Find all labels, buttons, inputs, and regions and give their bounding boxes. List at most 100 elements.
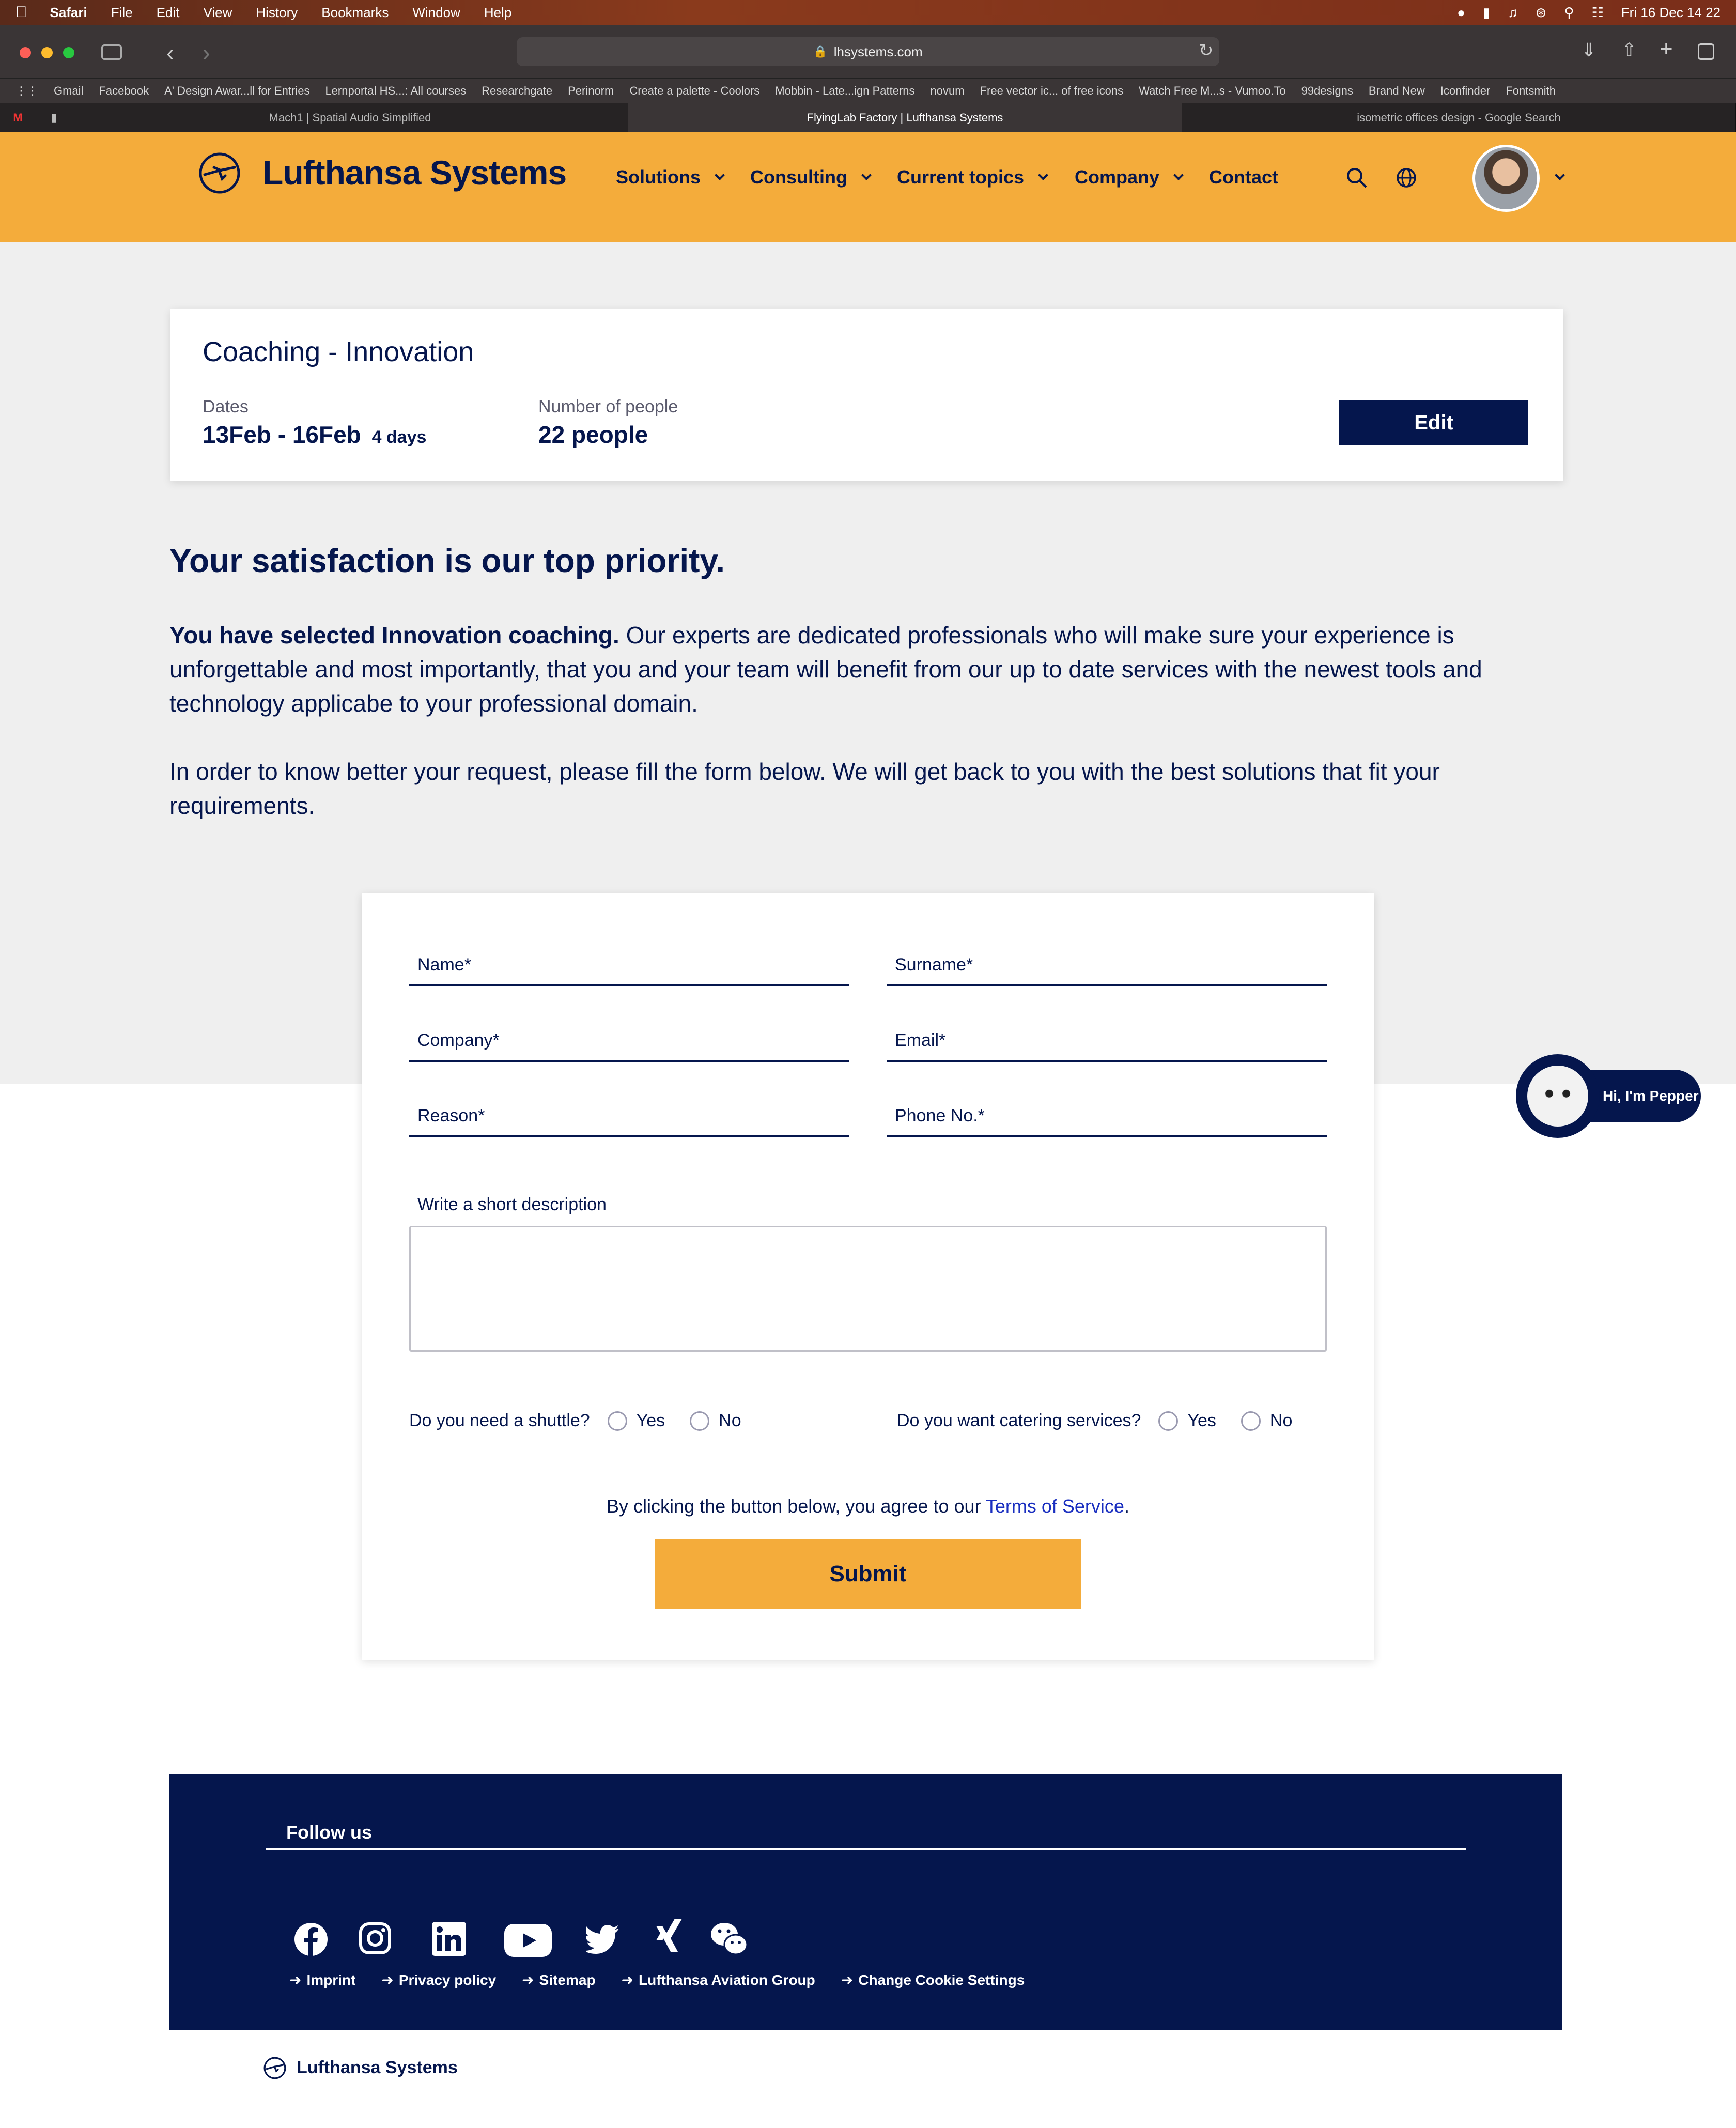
brand-wordmark[interactable]: Lufthansa Systems <box>262 153 567 192</box>
nav-consulting[interactable]: Consulting <box>750 166 872 188</box>
site-header: Lufthansa Systems Solutions Consulting C… <box>0 132 1736 242</box>
control-center-icon[interactable]: ☷ <box>1591 5 1603 21</box>
nav-company[interactable]: Company <box>1075 166 1184 188</box>
aviation-group-link[interactable]: ➜ Lufthansa Aviation Group <box>622 1971 815 1988</box>
nav-solutions[interactable]: Solutions <box>616 166 725 188</box>
nav-label: Solutions <box>616 166 701 188</box>
lufthansa-crane-logo-icon[interactable] <box>198 152 241 194</box>
sitemap-link[interactable]: ➜ Sitemap <box>522 1971 595 1988</box>
privacy-policy-link[interactable]: ➜ Privacy policy <box>381 1971 496 1988</box>
edit-button[interactable]: Edit <box>1339 400 1528 445</box>
twitter-icon[interactable] <box>586 1925 620 1954</box>
facebook-icon[interactable] <box>293 1922 329 1957</box>
cookie-settings-link[interactable]: ➜ Change Cookie Settings <box>841 1971 1025 1988</box>
catering-no-radio[interactable] <box>1241 1411 1261 1431</box>
footer-brand[interactable]: Lufthansa Systems <box>297 2058 458 2078</box>
nav-contact[interactable]: Contact <box>1209 166 1278 188</box>
address-bar[interactable]: 🔒 lhsystems.com <box>517 37 1219 66</box>
zoom-window-button[interactable] <box>63 47 74 58</box>
nav-label: Company <box>1075 166 1160 188</box>
close-window-button[interactable] <box>20 47 31 58</box>
xing-icon[interactable] <box>654 1919 683 1956</box>
bookmark-item[interactable]: Watch Free M...s - Vumoo.To <box>1139 84 1285 98</box>
imprint-link[interactable]: ➜ Imprint <box>289 1971 355 1988</box>
bookmark-item[interactable]: Gmail <box>54 84 83 98</box>
linkedin-icon[interactable] <box>432 1922 466 1956</box>
company-field[interactable]: Company* <box>409 1030 849 1062</box>
shuttle-no-radio[interactable] <box>690 1411 710 1431</box>
sidebar-toggle-icon[interactable] <box>101 44 122 60</box>
menu-app-name[interactable]: Safari <box>50 5 87 21</box>
menu-edit[interactable]: Edit <box>157 5 180 21</box>
forward-icon[interactable]: › <box>203 40 210 66</box>
reload-icon[interactable]: ↻ <box>1199 40 1214 61</box>
description-textarea[interactable] <box>409 1226 1327 1352</box>
terms-suffix: . <box>1124 1495 1129 1517</box>
chevron-down-icon[interactable] <box>1555 170 1565 180</box>
shuttle-yes-radio[interactable] <box>607 1411 627 1431</box>
wifi-icon[interactable]: ● <box>1457 5 1465 21</box>
bookmark-item[interactable]: novum <box>931 84 965 98</box>
tab-google-search[interactable]: isometric offices design - Google Search <box>1182 103 1736 132</box>
shuttle-label: Do you need a shuttle? <box>409 1411 590 1430</box>
phone-field[interactable]: Phone No.* <box>887 1106 1327 1137</box>
bookmark-item[interactable]: Iconfinder <box>1440 84 1491 98</box>
tab-flyinglab[interactable]: FlyingLab Factory | Lufthansa Systems <box>628 103 1182 132</box>
bookmarks-bar: ⋮⋮ Gmail Facebook A' Design Awar...ll fo… <box>0 79 1736 103</box>
globe-icon[interactable] <box>1395 166 1418 189</box>
bookmark-item[interactable]: Mobbin - Late...ign Patterns <box>775 84 915 98</box>
search-icon[interactable] <box>1345 166 1368 189</box>
new-tab-icon[interactable]: + <box>1660 36 1673 62</box>
submit-button[interactable]: Submit <box>655 1539 1081 1609</box>
tab-overview-icon[interactable] <box>1698 43 1714 60</box>
back-icon[interactable]: ‹ <box>166 40 174 66</box>
dates-value: 13Feb - 16Feb 4 days <box>203 421 426 449</box>
bookmark-item[interactable]: Lernportal HS...: All courses <box>325 84 466 98</box>
booking-summary-card: Coaching - Innovation Dates 13Feb - 16Fe… <box>171 309 1563 481</box>
apple-icon[interactable]:  <box>16 4 27 21</box>
wechat-icon[interactable] <box>710 1921 749 1958</box>
radio-label: No <box>1269 1411 1293 1430</box>
reason-field[interactable]: Reason* <box>409 1106 849 1137</box>
bookmark-item[interactable]: Create a palette - Coolors <box>629 84 760 98</box>
user-avatar[interactable] <box>1473 145 1540 212</box>
menu-bookmarks[interactable]: Bookmarks <box>321 5 389 21</box>
bookmark-item[interactable]: Perinorm <box>568 84 614 98</box>
youtube-icon[interactable] <box>504 1924 552 1957</box>
catering-yes-radio[interactable] <box>1158 1411 1179 1431</box>
battery-icon[interactable]: ▮ <box>1483 5 1490 21</box>
pinned-tab[interactable]: ▮ <box>36 103 72 132</box>
bookmarks-grid-icon[interactable]: ⋮⋮ <box>16 84 38 98</box>
bookmark-item[interactable]: A' Design Awar...ll for Entries <box>164 84 309 98</box>
surname-field[interactable]: Surname* <box>887 955 1327 986</box>
terms-link[interactable]: Terms of Service <box>986 1495 1124 1517</box>
arrow-right-icon: ➜ <box>522 1972 534 1988</box>
menu-history[interactable]: History <box>256 5 298 21</box>
bookmark-item[interactable]: Facebook <box>99 84 149 98</box>
bookmark-item[interactable]: Free vector ic... of free icons <box>980 84 1124 98</box>
bluetooth-icon[interactable]: ⊛ <box>1536 5 1547 21</box>
instagram-icon[interactable] <box>359 1922 392 1955</box>
lufthansa-crane-logo-icon[interactable] <box>264 2057 286 2079</box>
nav-current-topics[interactable]: Current topics <box>897 166 1048 188</box>
menu-help[interactable]: Help <box>484 5 512 21</box>
menu-window[interactable]: Window <box>412 5 460 21</box>
pinned-tab-gmail[interactable]: M <box>0 103 36 132</box>
share-icon[interactable]: ⇧ <box>1621 39 1637 61</box>
name-field[interactable]: Name* <box>409 955 849 986</box>
menu-file[interactable]: File <box>111 5 133 21</box>
search-menu-icon[interactable]: ⚲ <box>1564 5 1574 21</box>
menubar-clock[interactable]: Fri 16 Dec 14 22 <box>1621 5 1721 21</box>
minimize-window-button[interactable] <box>41 47 53 58</box>
menu-view[interactable]: View <box>203 5 232 21</box>
chatbot-launcher[interactable]: Hi, I'm Pepper <box>1516 1054 1701 1138</box>
bookmark-item[interactable]: Researchgate <box>482 84 552 98</box>
bookmark-item[interactable]: Brand New <box>1369 84 1425 98</box>
tab-mach1[interactable]: Mach1 | Spatial Audio Simplified <box>72 103 628 132</box>
email-field[interactable]: Email* <box>887 1030 1327 1062</box>
volume-icon[interactable]: ♫ <box>1508 5 1518 21</box>
bookmark-item[interactable]: Fontsmith <box>1506 84 1556 98</box>
download-icon[interactable]: ⇓ <box>1581 39 1597 61</box>
bookmark-item[interactable]: 99designs <box>1301 84 1353 98</box>
tab-label: FlyingLab Factory | Lufthansa Systems <box>807 111 1003 124</box>
